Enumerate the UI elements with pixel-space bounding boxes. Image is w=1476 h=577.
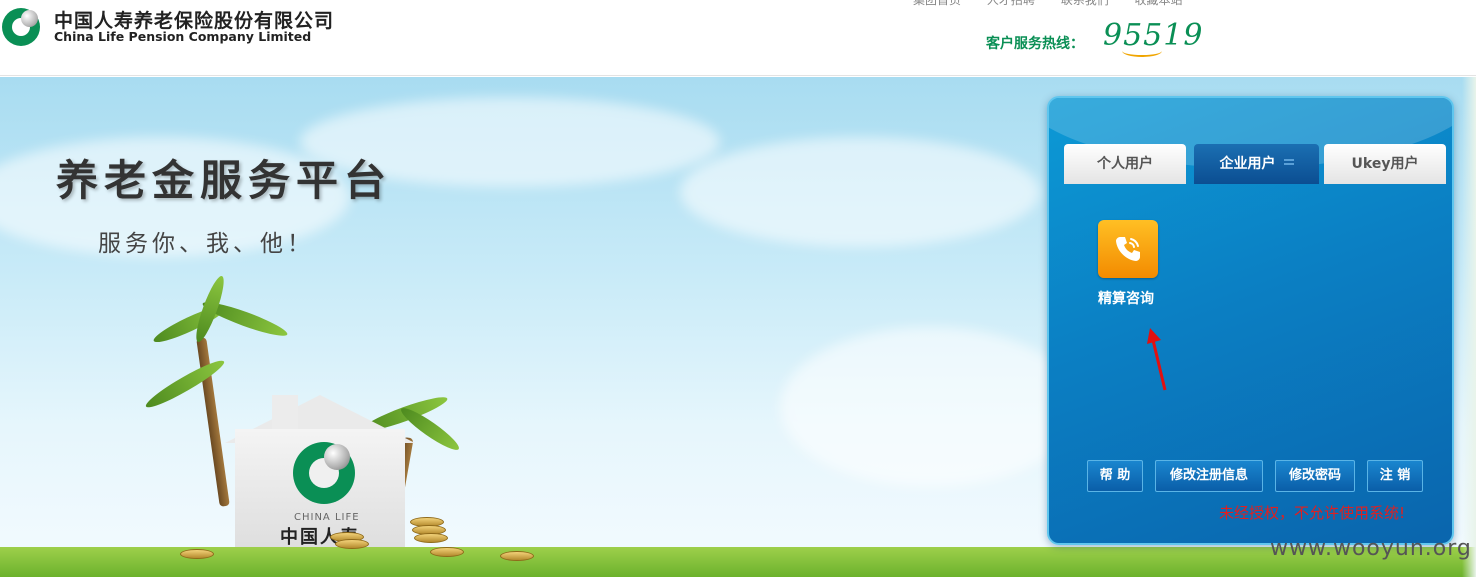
top-link-contact[interactable]: 联系我们: [1061, 0, 1109, 8]
coin-icon: [180, 549, 214, 559]
slogan-main: 养老金服务平台: [56, 156, 393, 205]
tab-label: Ukey用户: [1351, 156, 1419, 172]
hotline-swoosh: [1122, 45, 1162, 57]
tab-label: 企业用户: [1219, 156, 1276, 172]
logout-button[interactable]: 注 销: [1367, 460, 1423, 492]
house-logo-icon: [293, 442, 355, 504]
watermark: www.wooyun.org: [1270, 536, 1472, 561]
tab-personal-user[interactable]: 个人用户: [1064, 144, 1186, 184]
top-link-group-home[interactable]: 集团首页: [913, 0, 961, 8]
company-name-en: China Life Pension Company Limited: [54, 29, 312, 44]
cloud: [680, 137, 1040, 247]
tab-ukey-user[interactable]: Ukey用户: [1324, 144, 1446, 184]
tab-indicator-icon: [1283, 163, 1294, 165]
change-password-button[interactable]: 修改密码: [1275, 460, 1355, 492]
slogan-sub: 服务你、我、他！: [98, 231, 314, 257]
coin-icon: [500, 551, 534, 561]
top-links: 集团首页 人才招聘 联系我们 收藏本站: [913, 0, 1205, 9]
grass-ground: [0, 547, 1476, 577]
house-logo-en: CHINA LIFE: [294, 512, 360, 523]
china-life-logo-icon[interactable]: [2, 8, 40, 46]
coin-icon: [430, 547, 464, 557]
hotline-label: 客户服务热线：: [986, 36, 1084, 52]
coin-icon: [335, 539, 369, 549]
site-header: 中国人寿养老保险股份有限公司 China Life Pension Compan…: [0, 0, 1476, 76]
coin-icon: [414, 533, 448, 543]
unauthorized-warning: 未经授权，不允许使用系统!: [1219, 504, 1406, 522]
phone-icon[interactable]: [1098, 220, 1158, 278]
tab-enterprise-user[interactable]: 企业用户: [1194, 144, 1319, 184]
cloud: [780, 327, 1080, 487]
right-edge-fade: [1462, 77, 1476, 577]
page-root: 中国人寿养老保险股份有限公司 China Life Pension Compan…: [0, 0, 1476, 577]
top-link-bookmark[interactable]: 收藏本站: [1135, 0, 1183, 8]
house-chimney: [272, 395, 298, 431]
top-link-careers[interactable]: 人才招聘: [987, 0, 1035, 8]
tab-label: 个人用户: [1097, 156, 1153, 172]
function-label[interactable]: 精算咨询: [1098, 288, 1154, 308]
annotation-arrow-icon: [1147, 328, 1167, 391]
edit-registration-button[interactable]: 修改注册信息: [1155, 460, 1263, 492]
help-button[interactable]: 帮 助: [1087, 460, 1143, 492]
login-panel: 个人用户 企业用户 Ukey用户 精算咨询 帮 助 修改注册信息 修改密码 注 …: [1047, 96, 1454, 545]
